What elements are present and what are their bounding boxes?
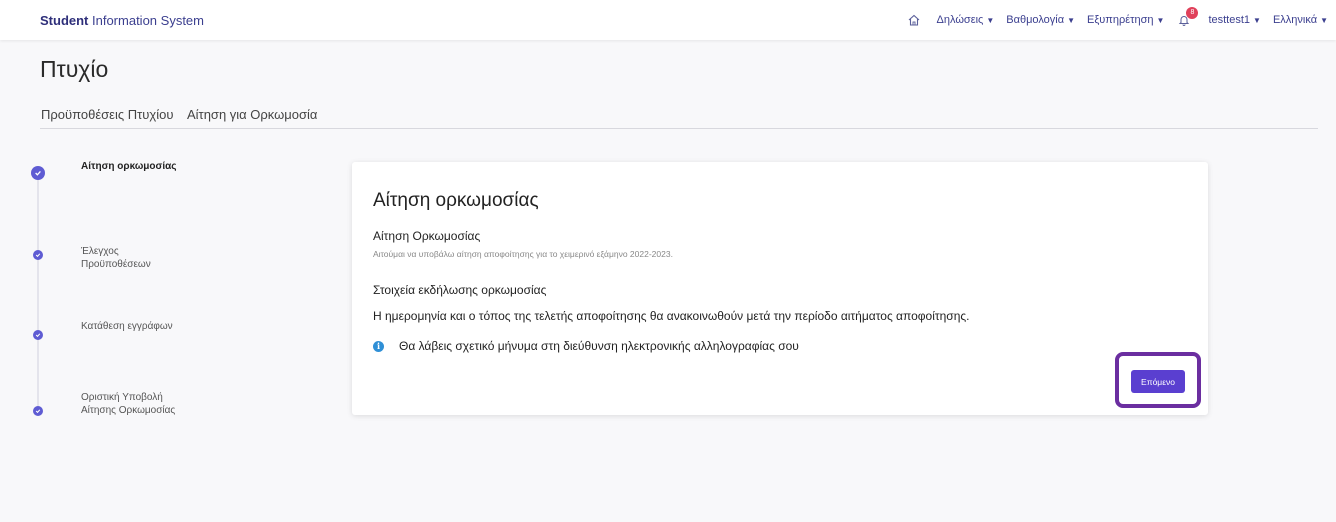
- language-menu[interactable]: Ελληνικά ▼: [1273, 14, 1328, 26]
- chevron-down-icon: ▼: [986, 15, 995, 25]
- step-check-icon: [33, 330, 43, 340]
- nav-declarations[interactable]: Δηλώσεις ▼: [937, 14, 995, 26]
- step-oath-application[interactable]: Αίτηση ορκωμοσίας: [81, 160, 191, 173]
- brand-bold: Student: [40, 13, 89, 28]
- top-nav-menu: Δηλώσεις ▼ Βαθμολογία ▼ Εξυπηρέτηση ▼ 8 tes…: [895, 7, 1328, 32]
- email-notice: i Θα λάβεις σχετικό μήνυμα στη διεύθυνση…: [373, 339, 799, 353]
- tab-degree-requirements[interactable]: Προϋποθέσεις Πτυχίου: [41, 107, 173, 122]
- step-check-icon: [33, 406, 43, 416]
- user-name: testtest1: [1208, 14, 1251, 26]
- tab-oath-application[interactable]: Αίτηση για Ορκωμοσία: [187, 107, 317, 122]
- notification-badge: 8: [1186, 7, 1199, 19]
- event-info-text: Η ημερομηνία και ο τόπος της τελετής απο…: [373, 309, 970, 323]
- chevron-down-icon: ▼: [1156, 15, 1165, 25]
- email-notice-text: Θα λάβεις σχετικό μήνυμα στη διεύθυνση η…: [399, 339, 799, 353]
- brand-rest: Information System: [88, 13, 204, 28]
- info-icon: i: [373, 340, 384, 352]
- notifications-button[interactable]: 8: [1178, 7, 1199, 29]
- chevron-down-icon: ▼: [1253, 15, 1261, 25]
- section-event-title: Στοιχεία εκδήλωσης ορκωμοσίας: [373, 283, 547, 297]
- nav-grades-label: Βαθμολογία: [1006, 14, 1065, 26]
- section-oath-title: Αίτηση Ορκωμοσίας: [373, 229, 481, 243]
- step-check-icon: [33, 250, 43, 260]
- nav-grades[interactable]: Βαθμολογία ▼: [1006, 14, 1075, 26]
- oath-application-card: Αίτηση ορκωμοσίας Αίτηση Ορκωμοσίας Αιτο…: [352, 162, 1208, 415]
- stepper-line: [37, 178, 39, 414]
- step-final-submission[interactable]: Οριστική Υποβολή Αίτησης Ορκωμοσίας: [81, 391, 181, 417]
- step-documents-submission[interactable]: Κατάθεση εγγράφων: [81, 320, 191, 333]
- top-navbar: Student Information System Δηλώσεις ▼ Βαθ…: [0, 0, 1336, 40]
- next-button[interactable]: Επόμενο: [1131, 370, 1185, 393]
- tab-bar: Προϋποθέσεις Πτυχίου Αίτηση για Ορκωμοσί…: [40, 107, 1318, 129]
- home-icon: [908, 14, 919, 26]
- home-link[interactable]: [907, 13, 925, 27]
- nav-service-label: Εξυπηρέτηση: [1087, 14, 1154, 26]
- step-requirements-check[interactable]: Έλεγχος Προϋποθέσεων: [81, 245, 191, 271]
- card-title: Αίτηση ορκωμοσίας: [373, 190, 539, 211]
- chevron-down-icon: ▼: [1067, 15, 1076, 25]
- language-label: Ελληνικά: [1272, 14, 1318, 26]
- nav-declarations-label: Δηλώσεις: [936, 14, 984, 26]
- chevron-down-icon: ▼: [1320, 15, 1328, 25]
- brand-logo[interactable]: Student Information System: [40, 13, 204, 28]
- step-check-icon: [31, 166, 45, 180]
- section-oath-description: Αιτούμαι να υποβάλω αίτηση αποφοίτησης γ…: [373, 249, 673, 259]
- user-menu[interactable]: testtest1 ▼: [1208, 14, 1261, 26]
- page-title: Πτυχίο: [40, 56, 109, 82]
- nav-service[interactable]: Εξυπηρέτηση ▼: [1087, 14, 1164, 26]
